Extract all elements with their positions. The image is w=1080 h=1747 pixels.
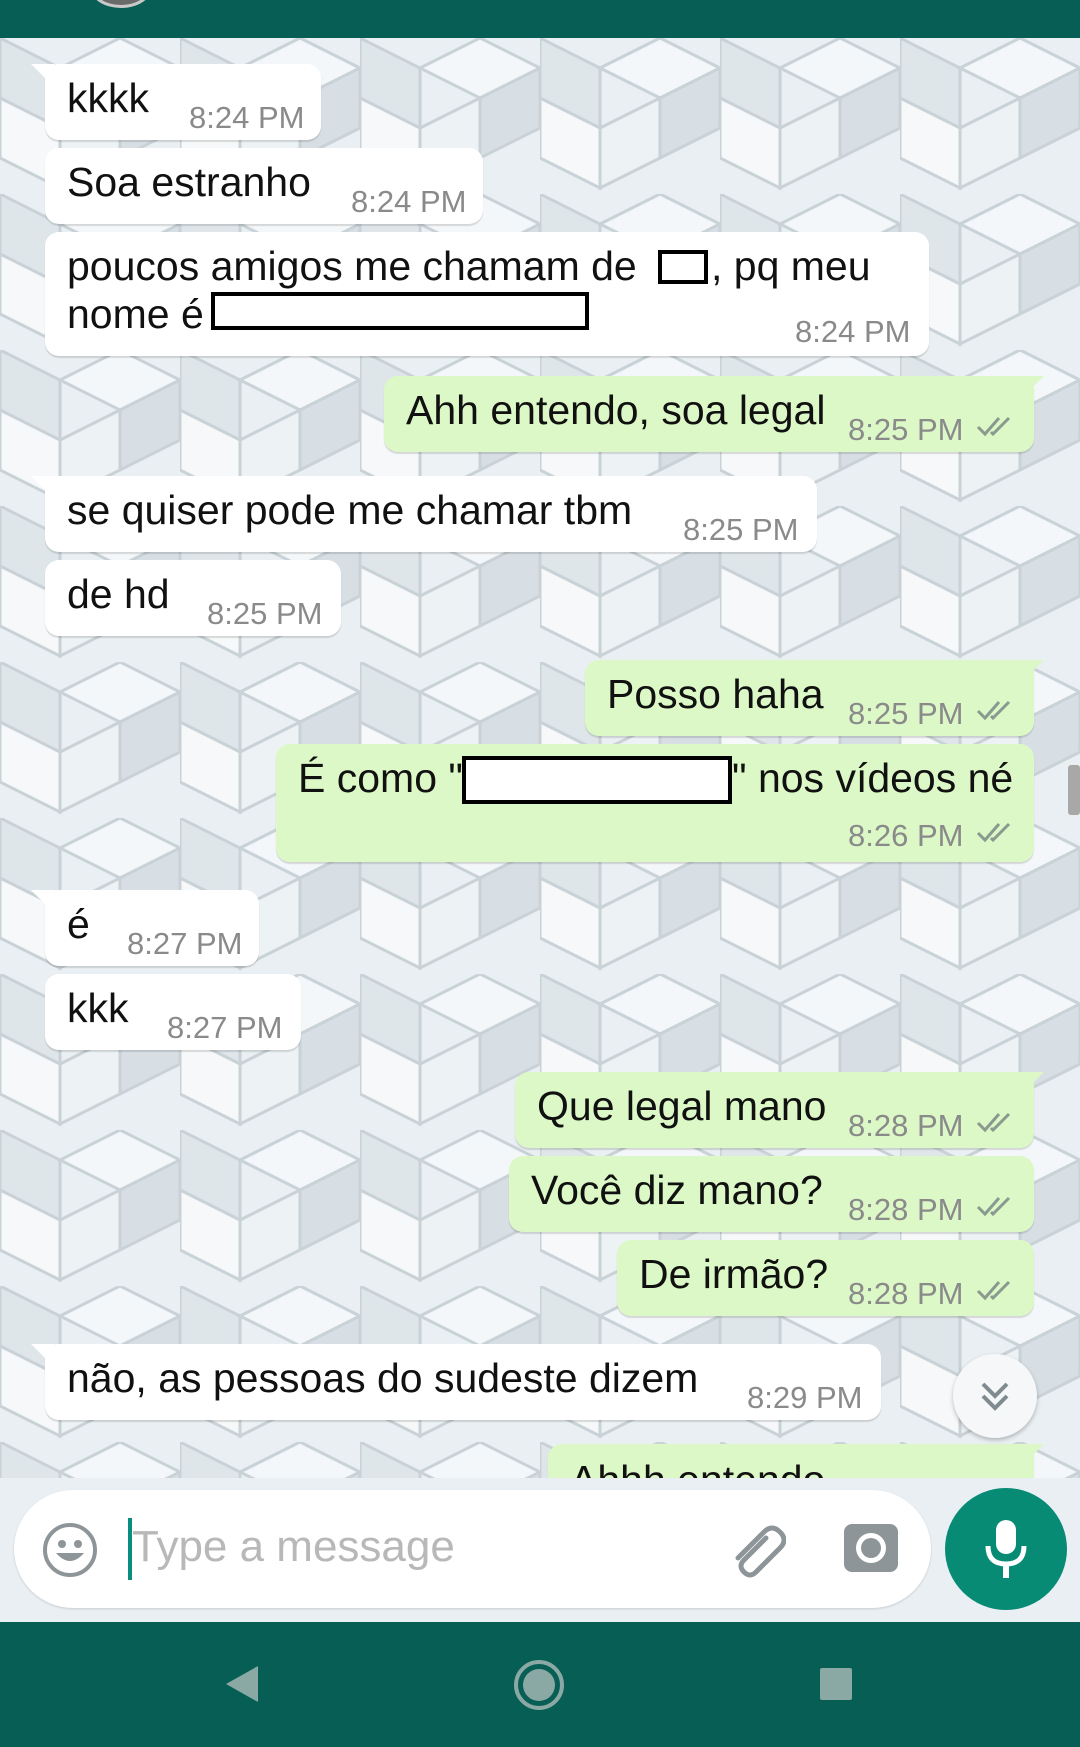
- message-text: poucos amigos me chamam de: [67, 243, 637, 289]
- message-incoming[interactable]: kkk 8:27 PM: [45, 974, 301, 1050]
- message-time: 8:26 PM: [848, 818, 964, 853]
- message-time: 8:25 PM: [207, 596, 323, 631]
- message-composer[interactable]: Type a message: [14, 1490, 931, 1608]
- message-input[interactable]: Type a message: [132, 1522, 455, 1572]
- message-time: 8:24 PM: [351, 184, 467, 219]
- message-incoming[interactable]: Soa estranho 8:24 PM: [45, 148, 483, 224]
- home-circle-icon[interactable]: [512, 1658, 566, 1712]
- message-outgoing[interactable]: Ahh entendo, soa legal 8:25 PM: [384, 376, 1044, 452]
- message-outgoing[interactable]: Que legal mano 8:28 PM: [515, 1072, 1044, 1148]
- redacted-name-box: [658, 250, 708, 284]
- read-ticks-icon: [976, 1112, 1011, 1133]
- read-ticks-icon: [976, 822, 1011, 843]
- message-text: kkk: [67, 985, 129, 1031]
- message-outgoing[interactable]: Posso haha 8:25 PM: [585, 660, 1044, 736]
- redacted-name-box: [462, 756, 732, 804]
- message-time: 8:29 PM: [747, 1380, 863, 1415]
- message-text: , pq meu: [711, 243, 871, 289]
- message-incoming[interactable]: kkkk 8:24 PM: [31, 64, 321, 140]
- message-text: não, as pessoas do sudeste dizem: [67, 1355, 699, 1401]
- read-ticks-icon: [976, 700, 1011, 721]
- message-text: Você diz mano?: [531, 1167, 823, 1213]
- message-time: 8:24 PM: [189, 100, 305, 135]
- message-time: 8:27 PM: [127, 926, 243, 961]
- message-time: 8:24 PM: [795, 314, 911, 349]
- redacted-fullname-box: [211, 292, 589, 330]
- message-time: 8:25 PM: [848, 696, 964, 731]
- message-incoming[interactable]: de hd 8:25 PM: [45, 560, 341, 636]
- message-outgoing[interactable]: Você diz mano? 8:28 PM: [509, 1156, 1034, 1232]
- message-time: 8:28 PM: [848, 1276, 964, 1311]
- message-time: 8:27 PM: [167, 1010, 283, 1045]
- emoji-icon[interactable]: [42, 1522, 98, 1578]
- back-triangle-icon[interactable]: [222, 1664, 262, 1704]
- recents-square-icon[interactable]: [818, 1666, 854, 1702]
- message-time: 8:28 PM: [848, 1108, 964, 1143]
- read-ticks-icon: [976, 416, 1011, 437]
- message-text: Soa estranho: [67, 159, 311, 205]
- read-ticks-icon: [976, 1196, 1011, 1217]
- message-text: é: [67, 901, 90, 947]
- message-incoming[interactable]: poucos amigos me chamam de , pq meu nome…: [45, 232, 929, 356]
- message-outgoing[interactable]: É como " " nos vídeos né 8:26 PM: [276, 744, 1034, 862]
- message-outgoing[interactable]: Ahhh entendo: [548, 1444, 1044, 1478]
- message-incoming[interactable]: se quiser pode me chamar tbm 8:25 PM: [31, 476, 817, 552]
- contact-avatar[interactable]: [90, 0, 152, 8]
- message-text: de hd: [67, 571, 170, 617]
- message-incoming[interactable]: não, as pessoas do sudeste dizem 8:29 PM: [31, 1344, 881, 1420]
- scroll-to-bottom-button[interactable]: [953, 1354, 1037, 1438]
- message-text: É como ": [298, 755, 463, 801]
- scrollbar-thumb[interactable]: [1068, 765, 1080, 815]
- camera-icon[interactable]: [842, 1520, 900, 1574]
- message-text: nome é: [67, 291, 204, 337]
- message-incoming[interactable]: é 8:27 PM: [31, 890, 259, 966]
- message-text: se quiser pode me chamar tbm: [67, 487, 633, 533]
- mic-button[interactable]: [945, 1488, 1067, 1610]
- chat-area[interactable]: kkkk 8:24 PM Soa estranho 8:24 PM poucos…: [0, 38, 1080, 1478]
- message-text: Ahhh entendo: [570, 1456, 825, 1478]
- paperclip-icon[interactable]: [726, 1520, 786, 1580]
- message-time: 8:25 PM: [683, 512, 799, 547]
- read-ticks-icon: [976, 1280, 1011, 1301]
- message-text: Posso haha: [607, 671, 824, 717]
- message-time: 8:25 PM: [848, 412, 964, 447]
- message-text: De irmão?: [639, 1251, 829, 1297]
- android-nav-bar: [0, 1622, 1080, 1747]
- message-time: 8:28 PM: [848, 1192, 964, 1227]
- chat-header: [0, 0, 1080, 38]
- message-text: " nos vídeos né: [732, 755, 1014, 801]
- message-outgoing[interactable]: De irmão? 8:28 PM: [617, 1240, 1034, 1316]
- double-chevron-down-icon: [981, 1382, 1009, 1411]
- message-text: Que legal mano: [537, 1083, 827, 1129]
- message-text: Ahh entendo, soa legal: [406, 387, 826, 433]
- mic-icon: [985, 1520, 1027, 1578]
- message-text: kkkk: [67, 75, 149, 121]
